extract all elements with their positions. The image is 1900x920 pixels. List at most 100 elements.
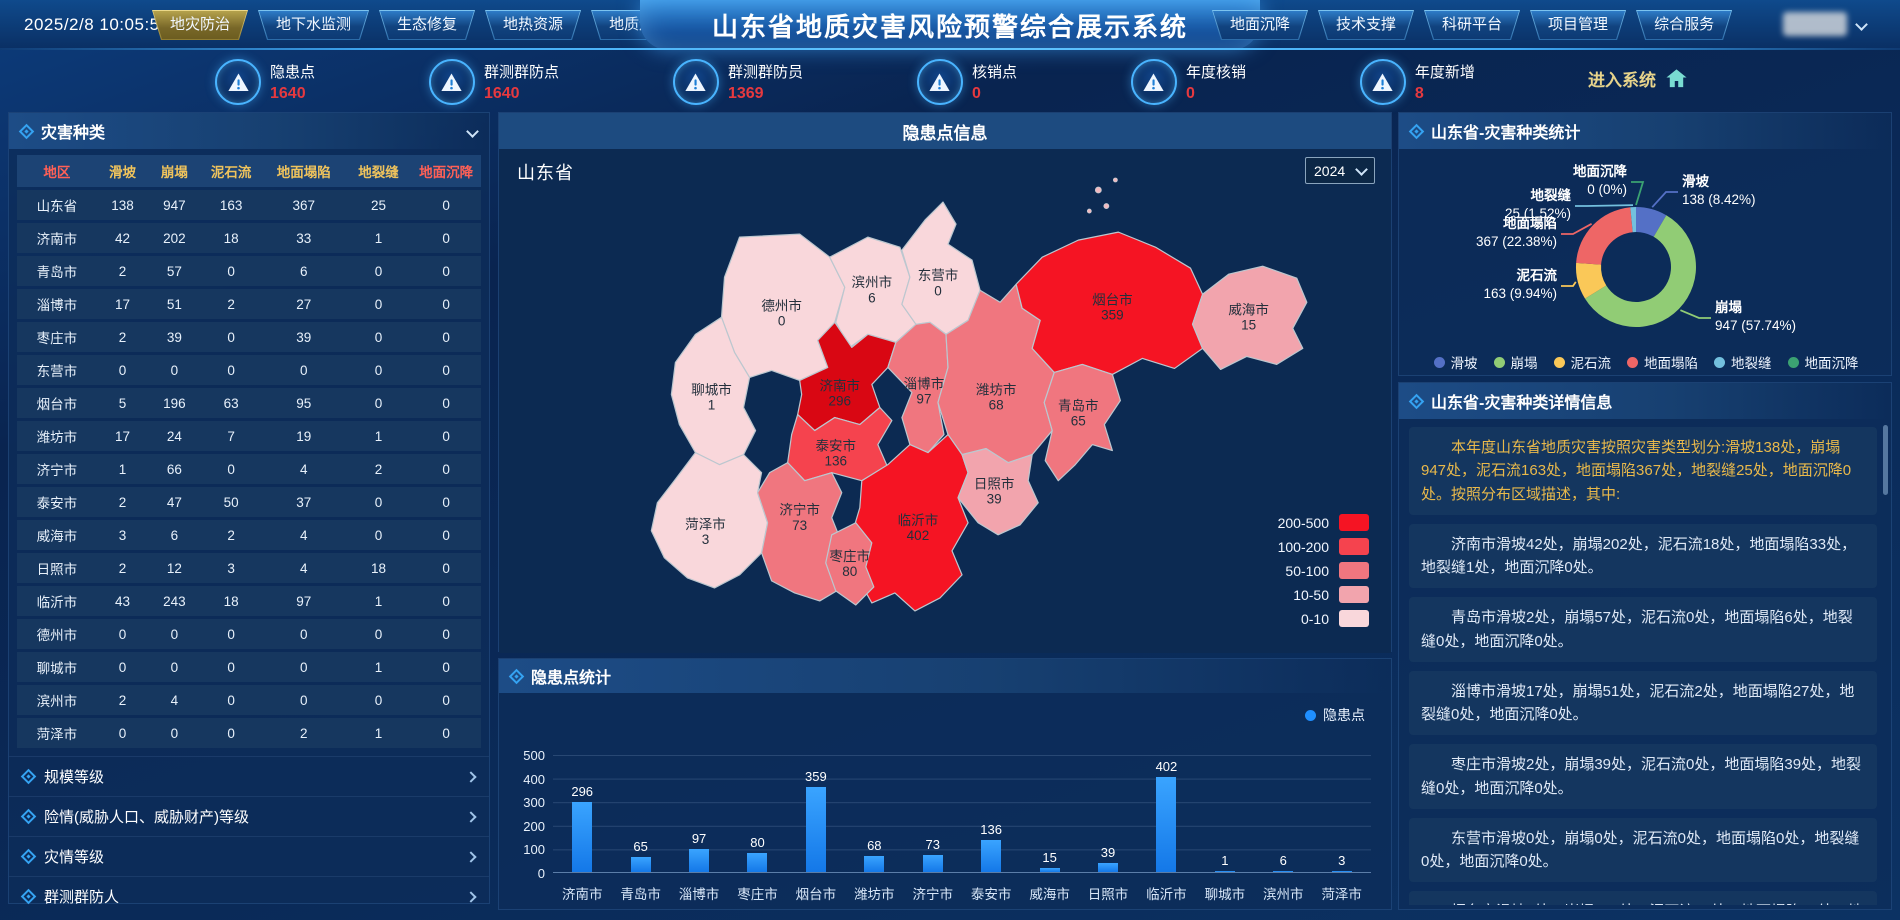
collapsed-sections: 规模等级险情(威胁人口、威胁财产)等级灾情等级群测群防人: [9, 756, 489, 916]
bar[interactable]: 73: [923, 855, 943, 872]
table-row[interactable]: 日照市21234180: [17, 553, 481, 583]
table-row[interactable]: 淄博市175122700: [17, 289, 481, 319]
enter-system-link[interactable]: 进入系统: [1588, 66, 1689, 91]
map-legend-item-0[interactable]: 200-500: [1278, 514, 1369, 531]
bar[interactable]: 6: [1273, 871, 1293, 872]
donut-leader-line: [1575, 205, 1633, 206]
donut-slice-3[interactable]: [1576, 207, 1633, 264]
table-cell: 0: [200, 330, 262, 345]
bar[interactable]: 39: [1098, 863, 1118, 872]
map-legend-item-1[interactable]: 100-200: [1278, 538, 1369, 555]
bar[interactable]: 296: [572, 802, 592, 872]
tab-right-2[interactable]: 科研平台: [1424, 10, 1520, 40]
bar[interactable]: 97: [689, 849, 709, 872]
bar-x-label: 威海市: [1020, 877, 1078, 901]
table-cell: 威海市: [17, 525, 97, 545]
tab-right-1[interactable]: 技术支撑: [1318, 10, 1414, 40]
table-row[interactable]: 泰安市247503700: [17, 487, 481, 517]
table-header-cell: 崩塌: [148, 161, 200, 181]
bar-x-label: 滨州市: [1254, 877, 1312, 901]
table-cell: 2: [97, 330, 149, 345]
bar[interactable]: 15: [1040, 868, 1060, 872]
bar-value-label: 359: [805, 769, 827, 784]
bar-legend[interactable]: 隐患点: [1305, 705, 1365, 725]
donut-legend-item-1[interactable]: 崩塌: [1494, 352, 1538, 372]
bar[interactable]: 136: [981, 840, 1001, 872]
map-legend-item-2[interactable]: 50-100: [1278, 562, 1369, 579]
section-item-3[interactable]: 群测群防人: [9, 876, 489, 916]
tab-left-3[interactable]: 地热资源: [485, 10, 581, 40]
map-legend-item-3[interactable]: 10-50: [1278, 586, 1369, 603]
map-legend: 200-500 100-200 50-100 10-50 0-10: [1278, 514, 1369, 627]
stat-label: 年度新增: [1415, 61, 1475, 82]
table-row[interactable]: 山东省138947163367250: [17, 190, 481, 220]
bar-x-label: 泰安市: [962, 877, 1020, 901]
table-row[interactable]: 烟台市5196639500: [17, 388, 481, 418]
table-row[interactable]: 聊城市000010: [17, 652, 481, 682]
table-row[interactable]: 青岛市2570600: [17, 256, 481, 286]
bar[interactable]: 80: [747, 853, 767, 872]
table-row[interactable]: 威海市362400: [17, 520, 481, 550]
table-cell: 0: [200, 264, 262, 279]
bar-chart: 29665978035968731361539402163 济南市青岛市淄博市枣…: [553, 743, 1371, 901]
bar[interactable]: 1: [1215, 871, 1235, 872]
table-cell: 0: [411, 363, 481, 378]
tab-left-2[interactable]: 生态修复: [379, 10, 475, 40]
stat-value: 0: [1186, 85, 1246, 103]
donut-legend-item-4[interactable]: 地裂缝: [1714, 352, 1772, 372]
tab-right-4[interactable]: 综合服务: [1636, 10, 1732, 40]
bar-x-label: 临沂市: [1137, 877, 1195, 901]
bar-value-label: 97: [692, 831, 706, 846]
map-legend-item-4[interactable]: 0-10: [1278, 610, 1369, 627]
table-row[interactable]: 滨州市240000: [17, 685, 481, 715]
section-item-1[interactable]: 险情(威胁人口、威胁财产)等级: [9, 796, 489, 836]
table-row[interactable]: 枣庄市23903900: [17, 322, 481, 352]
table-row[interactable]: 潍坊市172471910: [17, 421, 481, 451]
tab-left-0[interactable]: 地灾防治: [152, 10, 248, 40]
tab-left-1[interactable]: 地下水监测: [258, 10, 369, 40]
details-list[interactable]: 本年度山东省地质灾害按照灾害类型划分:滑坡138处，崩塌947处，泥石流163处…: [1399, 419, 1891, 905]
donut-legend-item-0[interactable]: 滑坡: [1434, 352, 1478, 372]
table-cell: 0: [411, 330, 481, 345]
bar-x-label: 日照市: [1079, 877, 1137, 901]
section-item-2[interactable]: 灾情等级: [9, 836, 489, 876]
section-item-0[interactable]: 规模等级: [9, 756, 489, 796]
user-avatar-masked: [1783, 12, 1847, 36]
warning-icon: [673, 59, 719, 105]
table-row[interactable]: 东营市000000: [17, 355, 481, 385]
tab-right-0[interactable]: 地面沉降: [1212, 10, 1308, 40]
top-header: 2025/2/8 10:05:54 地灾防治地下水监测生态修复地热资源地质遗迹 …: [0, 0, 1900, 50]
bar-value-label: 73: [926, 837, 940, 852]
scrollbar-thumb[interactable]: [1883, 425, 1888, 495]
bar[interactable]: 68: [864, 856, 884, 872]
bar-x-label: 烟台市: [787, 877, 845, 901]
user-menu[interactable]: [1783, 12, 1866, 36]
y-tick-label: 200: [505, 819, 545, 834]
bar[interactable]: 65: [631, 857, 651, 872]
table-row[interactable]: 临沂市43243189710: [17, 586, 481, 616]
stat-value: 0: [972, 85, 1017, 103]
bar[interactable]: 3: [1332, 871, 1352, 872]
donut-legend-item-5[interactable]: 地面沉降: [1788, 352, 1859, 372]
table-cell: 烟台市: [17, 393, 97, 413]
table-cell: 0: [200, 660, 262, 675]
table-cell: 0: [97, 660, 149, 675]
map-legend-label: 10-50: [1293, 587, 1329, 603]
table-row[interactable]: 菏泽市000210: [17, 718, 481, 748]
tab-right-3[interactable]: 项目管理: [1530, 10, 1626, 40]
bar[interactable]: 359: [806, 787, 826, 872]
table-header-cell: 地区: [17, 161, 97, 181]
bar[interactable]: 402: [1156, 777, 1176, 872]
tab-label: 综合服务: [1637, 11, 1731, 39]
table-row[interactable]: 德州市000000: [17, 619, 481, 649]
year-select[interactable]: 2024: [1305, 157, 1375, 184]
stat-item-5: 年度新增8: [1360, 59, 1475, 105]
bar-value-label: 80: [750, 835, 764, 850]
donut-legend-item-2[interactable]: 泥石流: [1554, 352, 1612, 372]
table-row[interactable]: 济宁市1660420: [17, 454, 481, 484]
table-row[interactable]: 济南市42202183310: [17, 223, 481, 253]
collapse-chevron-icon[interactable]: [466, 125, 479, 138]
table-cell: 19: [262, 429, 346, 444]
donut-legend-item-3[interactable]: 地面塌陷: [1627, 352, 1698, 372]
y-tick-label: 100: [505, 842, 545, 857]
